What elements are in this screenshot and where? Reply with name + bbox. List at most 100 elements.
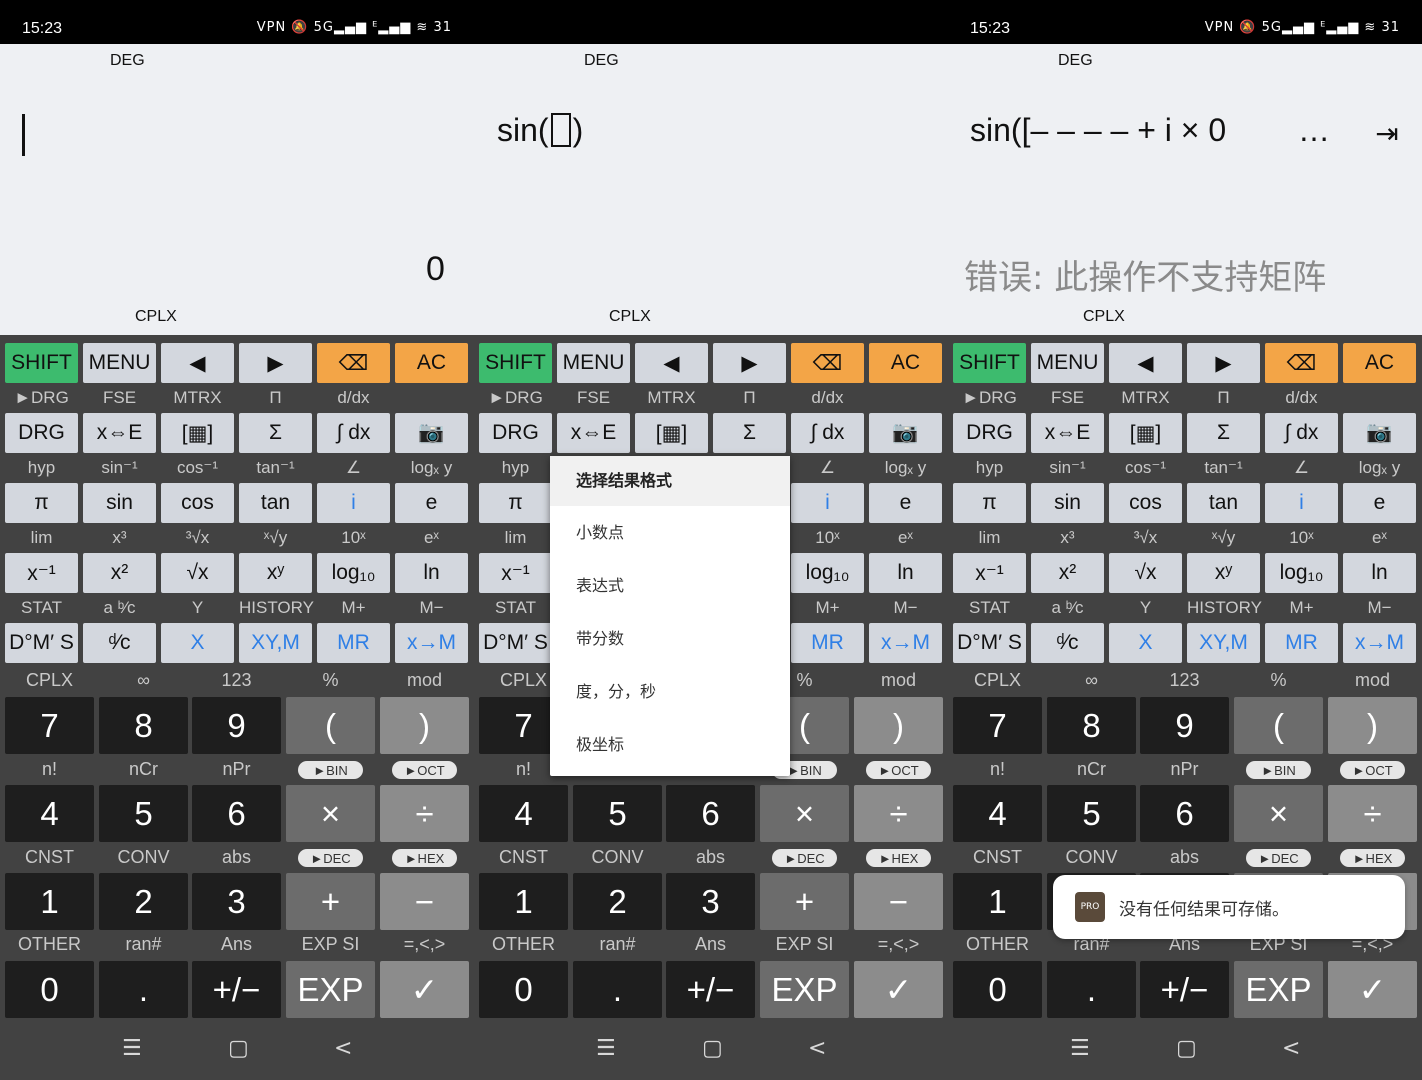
sum-button[interactable]: Σ [1187,413,1260,453]
decimal-point-button[interactable]: . [573,961,662,1018]
zero-button[interactable]: 0 [953,961,1042,1018]
pi-button[interactable]: π [479,483,552,523]
five-button[interactable]: 5 [573,785,662,842]
open-paren-button[interactable]: ( [1234,697,1323,754]
camera-icon[interactable]: 📷 [869,413,942,453]
drg-button[interactable]: DRG [479,413,552,453]
log10-button[interactable]: log₁₀ [1265,553,1338,593]
menu-item-mixed-fraction[interactable]: 带分数 [550,612,790,665]
two-button[interactable]: 2 [99,873,188,930]
menu-icon[interactable]: ☰ [596,1036,616,1061]
memory-recall-button[interactable]: MR [317,623,390,663]
multiply-button[interactable]: × [286,785,375,842]
three-button[interactable]: 3 [192,873,281,930]
integral-button[interactable]: ∫ dx [791,413,864,453]
x-exchange-e-button[interactable]: x⇔E [557,413,630,453]
exp-button[interactable]: EXP [1234,961,1323,1018]
one-button[interactable]: 1 [953,873,1042,930]
four-button[interactable]: 4 [953,785,1042,842]
square-button[interactable]: x² [83,553,156,593]
reciprocal-button[interactable]: x⁻¹ [5,553,78,593]
square-button[interactable]: x² [1031,553,1104,593]
negate-button[interactable]: +/− [666,961,755,1018]
five-button[interactable]: 5 [1047,785,1136,842]
scroll-expression-icon[interactable]: ⇥ [1366,116,1408,152]
seven-button[interactable]: 7 [5,697,94,754]
menu-icon[interactable]: ☰ [1070,1036,1090,1061]
dms-button[interactable]: D°M′ S [479,623,552,663]
memory-recall-button[interactable]: MR [1265,623,1338,663]
eight-button[interactable]: 8 [1047,697,1136,754]
memory-recall-button[interactable]: MR [791,623,864,663]
pi-button[interactable]: π [953,483,1026,523]
zero-button[interactable]: 0 [5,961,94,1018]
exp-button[interactable]: EXP [760,961,849,1018]
e-button[interactable]: e [395,483,468,523]
divide-button[interactable]: ÷ [854,785,943,842]
nine-button[interactable]: 9 [1140,697,1229,754]
xy-m-button[interactable]: XY,M [1187,623,1260,663]
x-variable-button[interactable]: X [161,623,234,663]
add-button[interactable]: + [286,873,375,930]
menu-item-polar[interactable]: 极坐标 [550,718,790,771]
reciprocal-button[interactable]: x⁻¹ [479,553,552,593]
all-clear-button[interactable]: AC [1343,343,1416,383]
three-button[interactable]: 3 [666,873,755,930]
menu-item-decimal[interactable]: 小数点 [550,506,790,559]
equals-button[interactable]: ✓ [854,961,943,1018]
one-button[interactable]: 1 [5,873,94,930]
calculator-display[interactable]: DEG sin() CPLX [474,44,948,335]
fraction-button[interactable]: ᵈ⁄c [83,623,156,663]
x-exchange-e-button[interactable]: x⇔E [1031,413,1104,453]
matrix-button[interactable]: [▦] [161,413,234,453]
menu-icon[interactable]: ☰ [122,1036,142,1061]
matrix-button[interactable]: [▦] [1109,413,1182,453]
five-button[interactable]: 5 [99,785,188,842]
all-clear-button[interactable]: AC [395,343,468,383]
store-memory-button[interactable]: x→M [869,623,942,663]
drg-button[interactable]: DRG [5,413,78,453]
ln-button[interactable]: ln [869,553,942,593]
calculator-display[interactable]: DEG 0 CPLX [0,44,474,335]
subtract-button[interactable]: − [380,873,469,930]
store-memory-button[interactable]: x→M [395,623,468,663]
cursor-left-button[interactable]: ◀ [1109,343,1182,383]
power-button[interactable]: xʸ [1187,553,1260,593]
menu-item-dms[interactable]: 度，分，秒 [550,665,790,718]
cos-button[interactable]: cos [161,483,234,523]
close-paren-button[interactable]: ) [1328,697,1417,754]
home-icon[interactable]: ▢ [1176,1036,1197,1061]
close-paren-button[interactable]: ) [380,697,469,754]
calculator-display[interactable]: DEG sin([– – – – + i × 0 … ⇥ 错误: 此操作不支持矩… [948,44,1422,335]
ln-button[interactable]: ln [395,553,468,593]
home-icon[interactable]: ▢ [228,1036,249,1061]
shift-button[interactable]: SHIFT [5,343,78,383]
negate-button[interactable]: +/− [1140,961,1229,1018]
camera-icon[interactable]: 📷 [1343,413,1416,453]
integral-button[interactable]: ∫ dx [1265,413,1338,453]
cursor-right-button[interactable]: ▶ [1187,343,1260,383]
xy-m-button[interactable]: XY,M [239,623,312,663]
decimal-point-button[interactable]: . [99,961,188,1018]
fraction-button[interactable]: ᵈ⁄c [1031,623,1104,663]
cursor-right-button[interactable]: ▶ [239,343,312,383]
six-button[interactable]: 6 [666,785,755,842]
cos-button[interactable]: cos [1109,483,1182,523]
power-button[interactable]: xʸ [239,553,312,593]
sum-button[interactable]: Σ [239,413,312,453]
x-exchange-e-button[interactable]: x⇔E [83,413,156,453]
eight-button[interactable]: 8 [99,697,188,754]
tan-button[interactable]: tan [1187,483,1260,523]
tan-button[interactable]: tan [239,483,312,523]
menu-item-expression[interactable]: 表达式 [550,559,790,612]
log10-button[interactable]: log₁₀ [791,553,864,593]
sqrt-button[interactable]: √x [1109,553,1182,593]
back-icon[interactable]: < [808,1036,826,1061]
e-button[interactable]: e [1343,483,1416,523]
exp-button[interactable]: EXP [286,961,375,1018]
divide-button[interactable]: ÷ [1328,785,1417,842]
store-memory-button[interactable]: x→M [1343,623,1416,663]
imaginary-button[interactable]: i [317,483,390,523]
six-button[interactable]: 6 [192,785,281,842]
dms-button[interactable]: D°M′ S [953,623,1026,663]
